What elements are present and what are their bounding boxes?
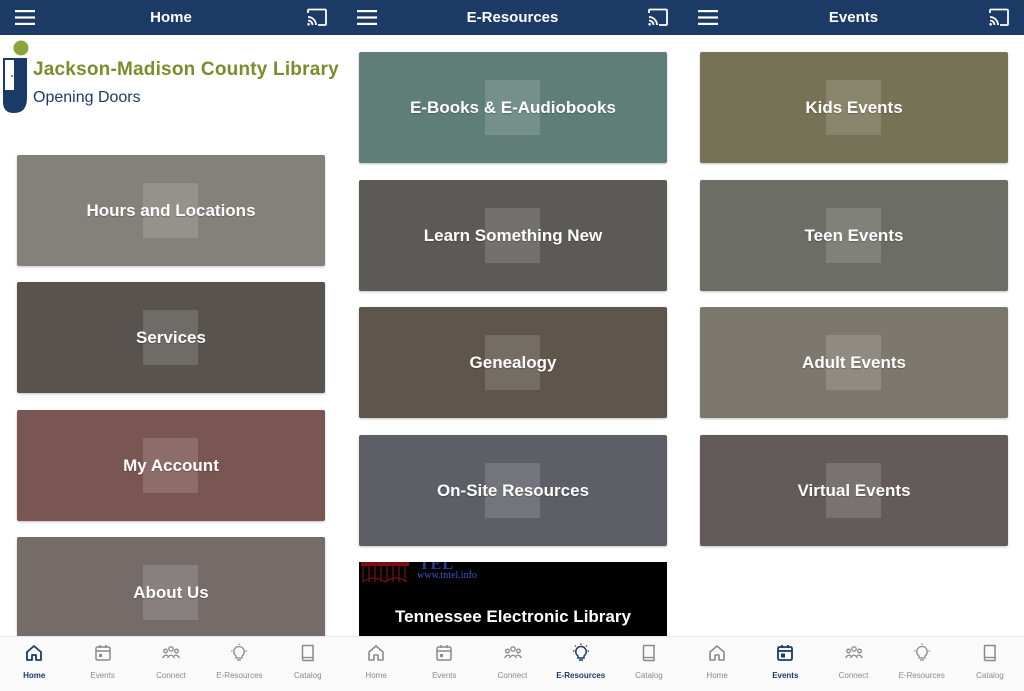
cast-icon[interactable] [647, 8, 669, 27]
bottom-tab-bar: Home Events Connect E-Resources Catalog [0, 636, 342, 691]
lightbulb-icon [231, 643, 248, 661]
tab-e-resources[interactable]: E-Resources [205, 637, 273, 691]
top-bar: E-Resources [342, 0, 683, 35]
tab-label: Home [23, 671, 46, 680]
library-logo-mark [3, 40, 29, 113]
people-icon [161, 646, 181, 659]
book-icon [642, 644, 655, 662]
tab-label: Connect [497, 671, 528, 680]
tab-label: Events [90, 671, 115, 680]
top-bar: Events [683, 0, 1024, 35]
calendar-icon [94, 645, 111, 661]
lightbulb-icon [913, 643, 930, 661]
tab-events[interactable]: Events [68, 637, 136, 691]
home-screen: Home Jackson-Madison County Library Open… [0, 0, 342, 691]
people-icon [844, 646, 863, 659]
tile-label: Hours and Locations [86, 200, 256, 220]
page-title: Events [828, 9, 879, 26]
tab-label: Events [772, 671, 799, 680]
tab-home[interactable]: Home [342, 637, 410, 691]
tile-kids-events[interactable]: Kids Events [700, 52, 1008, 163]
events-screen: Events Kids Events Teen Events Adult Eve… [683, 0, 1024, 691]
tab-e-resources[interactable]: E-Resources [888, 637, 956, 691]
tab-label: E-Resources [898, 671, 945, 680]
tab-home[interactable]: Home [683, 637, 751, 691]
tile-label: About Us [133, 582, 209, 602]
calendar-icon [777, 645, 794, 661]
library-tagline: Opening Doors [33, 89, 141, 106]
tile-hours-and-locations[interactable]: Hours and Locations [17, 155, 325, 266]
tab-home[interactable]: Home [0, 637, 68, 691]
tab-label: Home [365, 671, 387, 680]
tile-on-site-resources[interactable]: On-Site Resources [359, 435, 667, 546]
tile-services[interactable]: Services [17, 282, 325, 393]
tile-learn-something-new[interactable]: Learn Something New [359, 180, 667, 291]
tile-label: Adult Events [802, 352, 906, 372]
tab-events[interactable]: Events [410, 637, 478, 691]
tile-teen-events[interactable]: Teen Events [700, 180, 1008, 291]
bottom-tab-bar: Home Events Connect E-Resources Catalog [683, 636, 1024, 691]
page-title: Home [150, 9, 192, 26]
home-icon [368, 645, 384, 661]
tile-label: Teen Events [804, 225, 904, 245]
top-bar: Home [0, 0, 342, 35]
tab-label: Home [706, 671, 728, 680]
tab-label: Connect [838, 671, 869, 680]
tile-label: Services [136, 327, 206, 347]
page-title: E-Resources [466, 9, 559, 26]
e-resources-screen: E-Resources E-Books & E-Audiobooks Learn… [342, 0, 683, 691]
home-icon [709, 645, 725, 661]
tab-label: Catalog [635, 671, 663, 680]
tab-label: Events [432, 671, 457, 680]
tile-about-us[interactable]: About Us [17, 537, 325, 648]
cast-icon[interactable] [988, 8, 1010, 27]
tile-label: Genealogy [469, 352, 557, 372]
tel-url: www.tntel.info [417, 570, 477, 581]
tile-label: E-Books & E-Audiobooks [410, 97, 616, 117]
tile-label: Tennessee Electronic Library [395, 607, 631, 626]
bottom-tab-bar: Home Events Connect E-Resources Catalog [342, 636, 683, 691]
tab-catalog[interactable]: Catalog [615, 637, 683, 691]
library-logo: Jackson-Madison County Library Opening D… [0, 40, 342, 120]
people-icon [503, 646, 522, 659]
tab-label: Connect [156, 671, 186, 680]
tab-catalog[interactable]: Catalog [956, 637, 1024, 691]
tile-genealogy[interactable]: Genealogy [359, 307, 667, 418]
calendar-icon [436, 645, 453, 661]
tab-catalog[interactable]: Catalog [274, 637, 342, 691]
tab-connect[interactable]: Connect [478, 637, 546, 691]
tab-e-resources[interactable]: E-Resources [547, 637, 615, 691]
tab-label: Catalog [976, 671, 1004, 680]
tile-label: Virtual Events [797, 480, 911, 500]
tab-connect[interactable]: Connect [137, 637, 205, 691]
tel-logo-mark [361, 562, 409, 583]
lightbulb-icon [572, 643, 589, 661]
tab-connect[interactable]: Connect [819, 637, 887, 691]
tab-label: E-Resources [556, 671, 606, 680]
tile-label: Learn Something New [423, 225, 603, 245]
tile-my-account[interactable]: My Account [17, 410, 325, 521]
cast-icon[interactable] [306, 8, 328, 27]
home-icon [26, 645, 43, 661]
library-name: Jackson-Madison County Library [33, 59, 339, 80]
tab-label: Catalog [294, 671, 322, 680]
tile-virtual-events[interactable]: Virtual Events [700, 435, 1008, 546]
tile-adult-events[interactable]: Adult Events [700, 307, 1008, 418]
book-icon [983, 644, 996, 662]
tab-label: E-Resources [216, 671, 263, 680]
tile-label: Kids Events [805, 97, 903, 117]
tile-label: On-Site Resources [436, 480, 590, 500]
tile-e-books-and-e-audiobooks[interactable]: E-Books & E-Audiobooks [359, 52, 667, 163]
book-icon [301, 644, 314, 662]
tile-label: My Account [123, 455, 219, 475]
tab-events[interactable]: Events [751, 637, 819, 691]
